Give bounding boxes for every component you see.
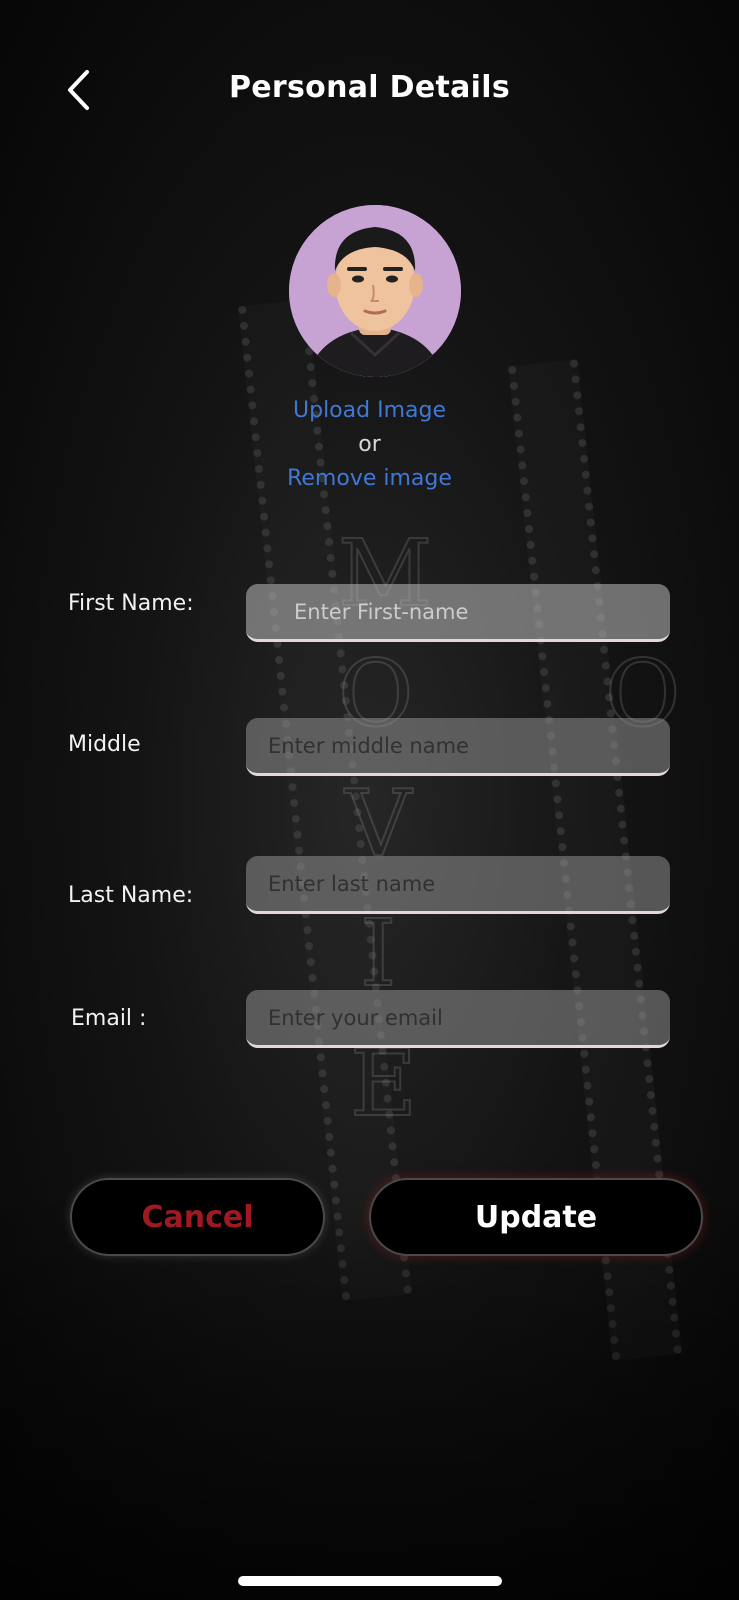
middle-name-label: Middle	[68, 732, 141, 757]
last-name-label: Last Name:	[68, 883, 194, 908]
middle-name-input[interactable]	[246, 718, 670, 776]
remove-image-link[interactable]: Remove image	[0, 466, 739, 491]
email-input[interactable]	[246, 990, 670, 1048]
update-button[interactable]: Update	[369, 1178, 703, 1256]
page-title: Personal Details	[229, 70, 510, 105]
first-name-input[interactable]	[246, 584, 670, 642]
cancel-button[interactable]: Cancel	[70, 1178, 325, 1256]
first-name-label: First Name:	[68, 591, 194, 616]
personal-details-screen: M O V I E O Personal Details Upload Imag…	[0, 0, 739, 1600]
email-label: Email :	[71, 1006, 147, 1031]
avatar[interactable]	[289, 205, 461, 377]
header: Personal Details	[0, 60, 739, 120]
or-separator: or	[358, 432, 381, 457]
upload-image-link[interactable]: Upload Image	[0, 398, 739, 423]
last-name-input[interactable]	[246, 856, 670, 914]
home-indicator[interactable]	[238, 1576, 502, 1586]
avatar-illustration	[289, 205, 461, 377]
